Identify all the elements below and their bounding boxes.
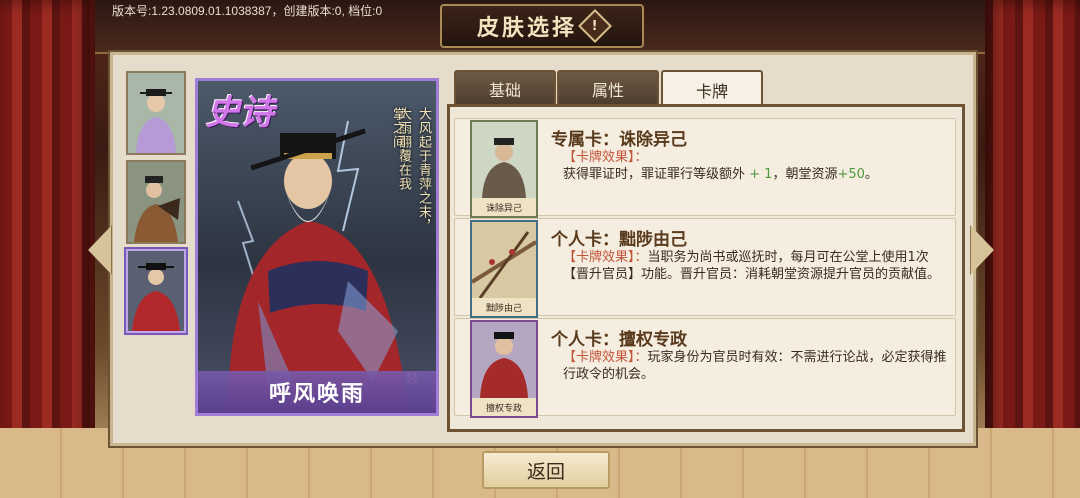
card-desc-value: +50 <box>837 167 865 182</box>
skin-thumbnail-1[interactable] <box>126 71 186 155</box>
page-title: 皮肤选择 <box>476 15 577 41</box>
card-effect-label: 【卡牌效果】： <box>563 250 648 265</box>
card-caption: 诛除异己 <box>472 198 536 216</box>
rarity-label: 史诗 <box>206 93 274 133</box>
card-row-personal-1: 黜陟由己 个人卡：黜陟由己 【卡牌效果】：当职务为尚书或巡抚时，每月可在公堂上使… <box>454 218 956 318</box>
tab-basic[interactable]: 基础 <box>454 70 556 106</box>
curtain-left <box>0 0 95 498</box>
poem-line-3: 掌之间， <box>390 107 405 163</box>
skin-card: 史诗 大风起于青萍之末， 大雨翻覆在我 掌之间， 鼓 呼风唤雨 <box>195 78 439 416</box>
back-button[interactable]: 返回 <box>482 451 610 489</box>
card-description: 【卡牌效果】：当职务为尚书或巡抚时，每月可在公堂上使用1次【晋升官员】功能。晋升… <box>563 249 948 283</box>
card-row-personal-2: 擅权专政 个人卡：擅权专政 【卡牌效果】：玩家身份为官员时有效：不需进行论战，必… <box>454 318 956 418</box>
skin-poem-left: 掌之间， <box>388 107 406 163</box>
card-effect-label: 【卡牌效果】： <box>563 350 648 365</box>
skin-name-bar: 呼风唤雨 <box>198 371 436 413</box>
version-text: 版本号:1.23.0809.01.1038387，创建版本:0, 档位:0 <box>112 4 383 18</box>
skin-thumbnail-2[interactable] <box>126 160 186 244</box>
tab-cards[interactable]: 卡牌 <box>661 70 763 108</box>
tab-attributes[interactable]: 属性 <box>557 70 659 106</box>
curtain-right <box>985 0 1080 498</box>
card-row-exclusive: 诛除异己 专属卡：诛除异己 【卡牌效果】： 获得罪证时，罪证罪行等级额外 + 1… <box>454 118 956 218</box>
card-desc-value: + 1 <box>749 167 773 182</box>
official-portrait-icon <box>128 73 184 153</box>
card-effect-label: 【卡牌效果】： <box>563 150 648 165</box>
card-art-icon <box>472 122 536 198</box>
card-desc-part: ，朝堂资源 <box>772 167 838 182</box>
card-art-icon <box>472 222 536 298</box>
card-title: 个人卡：黜陟由己 <box>551 230 687 250</box>
info-icon[interactable]: ! <box>578 9 612 43</box>
card-title: 专属卡：诛除异己 <box>551 130 687 150</box>
card-icon-blue[interactable]: 黜陟由己 <box>470 220 538 318</box>
card-art-icon <box>472 322 536 398</box>
info-glyph: ! <box>592 18 598 34</box>
card-description: 【卡牌效果】：玩家身份为官员时有效：不需进行论战，必定获得推行政令的机会。 <box>563 349 948 383</box>
card-icon-green[interactable]: 诛除异己 <box>470 120 538 218</box>
red-robe-portrait-icon <box>128 251 184 331</box>
fan-portrait-icon <box>128 162 184 242</box>
card-description: 【卡牌效果】： 获得罪证时，罪证罪行等级额外 + 1，朝堂资源+50。 <box>563 149 948 183</box>
title-plaque: 皮肤选择 ! <box>440 4 644 48</box>
card-title: 个人卡：擅权专政 <box>551 330 687 350</box>
poem-line-1: 大风起于青萍之末， <box>416 107 431 233</box>
card-desc-part: 获得罪证时，罪证罪行等级额外 <box>563 167 746 182</box>
card-caption: 黜陟由己 <box>472 298 536 316</box>
card-caption: 擅权专政 <box>472 398 536 416</box>
skin-thumbnail-3[interactable] <box>126 249 186 333</box>
card-icon-purple[interactable]: 擅权专政 <box>470 320 538 418</box>
card-desc-part: 。 <box>864 167 878 182</box>
skin-name: 呼风唤雨 <box>268 382 365 407</box>
